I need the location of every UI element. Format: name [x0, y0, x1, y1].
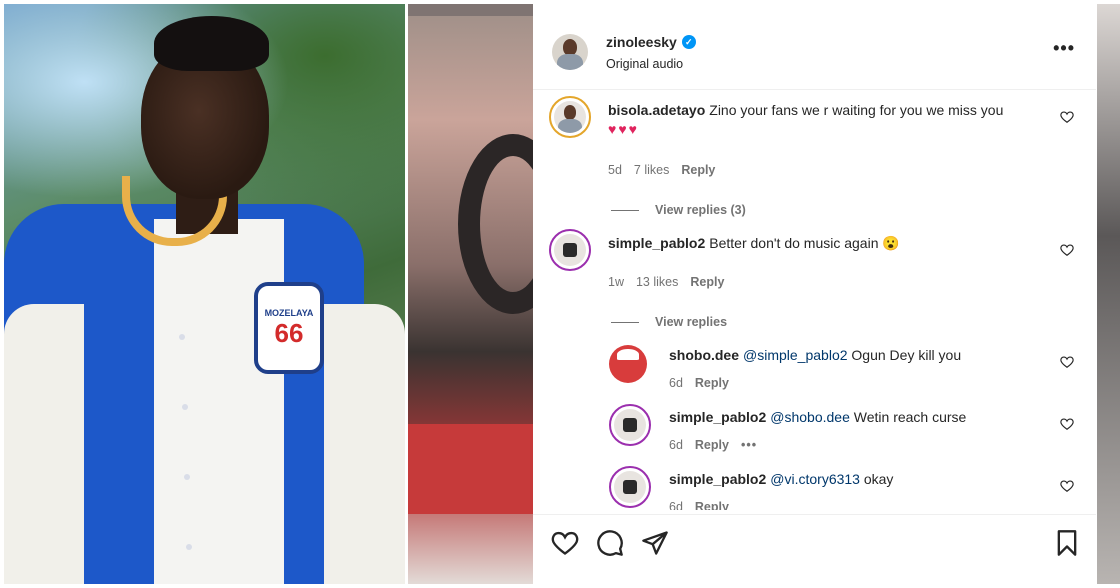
video-top-band [408, 4, 533, 16]
reply-more-icon[interactable]: ••• [741, 438, 757, 452]
post-header: zinoleesky ✓ Original audio ••• [533, 12, 1096, 90]
post-action-bar [533, 514, 1096, 574]
commenter-avatar[interactable] [549, 96, 591, 138]
comment-time: 1w [608, 275, 624, 289]
view-replies-button[interactable]: View replies [611, 315, 727, 329]
reply-meta: 6d Reply [669, 376, 729, 390]
reply-mention[interactable]: @shobo.dee [770, 409, 850, 425]
like-comment-heart-icon[interactable] [1060, 243, 1074, 257]
avatar-phone [562, 242, 578, 258]
jacket-button [179, 334, 185, 340]
comment-text: simple_pablo2 Better don't do music again… [608, 234, 1053, 253]
reply-button[interactable]: Reply [681, 163, 715, 177]
reply-avatar[interactable] [609, 345, 647, 383]
avatar-phone [622, 417, 638, 433]
avatar-inner [554, 101, 586, 133]
jacket-button [182, 404, 188, 410]
comment-body: Zino your fans we r waiting for you we m… [709, 102, 1004, 118]
reply-avatar[interactable] [609, 466, 651, 508]
original-audio-link[interactable]: Original audio [606, 57, 683, 71]
reply-meta: 6d Reply [669, 500, 729, 510]
more-options-icon[interactable]: ••• [1053, 38, 1075, 59]
author-name-row[interactable]: zinoleesky ✓ [606, 34, 696, 50]
reply-button[interactable]: Reply [695, 376, 729, 390]
comment-username[interactable]: bisola.adetayo [608, 102, 705, 118]
comment-icon[interactable] [596, 529, 624, 557]
view-replies-label[interactable]: View replies (3) [655, 203, 746, 217]
profile-photo: MOZELAYA 66 [4, 4, 405, 584]
comment-body: Better don't do music again [709, 235, 879, 251]
jacket-button [186, 544, 192, 550]
replies-divider [611, 209, 639, 211]
reply-text: simple_pablo2 @vi.ctory6313 okay [669, 470, 1049, 489]
reply-username[interactable]: simple_pablo2 [669, 471, 766, 487]
reply-button[interactable]: Reply [695, 438, 729, 452]
jacket-patch: MOZELAYA 66 [254, 282, 324, 374]
background-edge [1097, 4, 1120, 584]
reply-mention[interactable]: @vi.ctory6313 [770, 471, 860, 487]
hair [154, 16, 269, 71]
reply-username[interactable]: shobo.dee [669, 347, 739, 363]
like-reply-heart-icon[interactable] [1060, 355, 1074, 369]
view-replies-button[interactable]: View replies (3) [611, 203, 746, 217]
comments-panel: zinoleesky ✓ Original audio ••• bisola.a… [533, 12, 1096, 588]
reply-button[interactable]: Reply [695, 500, 729, 510]
avatar-face [562, 39, 578, 56]
commenter-avatar[interactable] [549, 229, 591, 271]
comment-username[interactable]: simple_pablo2 [608, 235, 705, 251]
like-comment-heart-icon[interactable] [1060, 110, 1074, 124]
avatar-inner [614, 409, 646, 441]
reply-time: 6d [669, 376, 683, 390]
video-background [408, 4, 533, 584]
comment-time: 5d [608, 163, 622, 177]
author-username[interactable]: zinoleesky [606, 34, 677, 50]
jacket-button [184, 474, 190, 480]
reply-avatar[interactable] [609, 404, 651, 446]
reply-button[interactable]: Reply [690, 275, 724, 289]
verified-badge-icon: ✓ [681, 35, 696, 49]
avatar-body [558, 118, 582, 133]
view-replies-label[interactable]: View replies [655, 315, 727, 329]
reply-time: 6d [669, 500, 683, 510]
comment-text: bisola.adetayo Zino your fans we r waitin… [608, 101, 1053, 139]
reply-body: okay [863, 471, 894, 487]
steering-wheel [458, 134, 533, 314]
avatar-cap [616, 348, 640, 361]
reply-time: 6d [669, 438, 683, 452]
avatar-inner [554, 234, 586, 266]
avatar-body [557, 54, 583, 70]
surprised-emoji: 😮 [882, 235, 900, 251]
replies-divider [611, 321, 639, 323]
sleeve-right [324, 304, 405, 584]
avatar-face [563, 105, 577, 121]
comment-likes[interactable]: 7 likes [634, 163, 669, 177]
reply-meta: 6d Reply ••• [669, 438, 757, 452]
comment-meta: 5d 7 likes Reply [608, 163, 715, 177]
red-seat [408, 424, 533, 514]
author-avatar[interactable] [552, 34, 588, 70]
like-icon[interactable] [551, 529, 579, 557]
reply-body: Ogun Dey kill you [851, 347, 962, 363]
patch-top-text: MOZELAYA [264, 307, 314, 318]
avatar-phone [622, 479, 638, 495]
heart-emojis: ♥♥♥ [608, 121, 639, 137]
reply-body: Wetin reach curse [853, 409, 967, 425]
comment-meta: 1w 13 likes Reply [608, 275, 724, 289]
like-reply-heart-icon[interactable] [1060, 417, 1074, 431]
patch-number: 66 [274, 317, 304, 348]
reply-text: shobo.dee @simple_pablo2 Ogun Dey kill yo… [669, 346, 1049, 365]
avatar-inner [614, 471, 646, 503]
reply-text: simple_pablo2 @shobo.dee Wetin reach curs… [669, 408, 1049, 427]
comment-likes[interactable]: 13 likes [636, 275, 678, 289]
sleeve-left [4, 304, 84, 584]
reply-mention[interactable]: @simple_pablo2 [743, 347, 848, 363]
share-icon[interactable] [641, 529, 669, 557]
white-shirt [154, 219, 284, 584]
reply-username[interactable]: simple_pablo2 [669, 409, 766, 425]
save-icon[interactable] [1053, 529, 1081, 557]
like-reply-heart-icon[interactable] [1060, 479, 1074, 493]
